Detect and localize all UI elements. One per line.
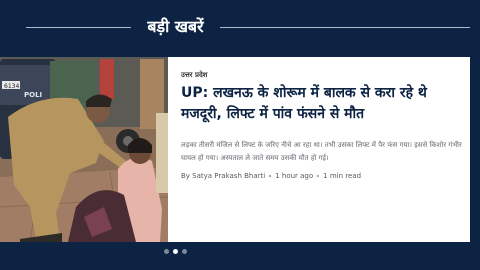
news-photo[interactable]: 6134 POLI <box>0 57 168 242</box>
header-divider-left <box>26 27 131 28</box>
byline-separator <box>317 175 320 177</box>
vehicle-plate-text: 6134 <box>4 83 19 90</box>
story-category[interactable]: उत्तर प्रदेश <box>181 70 207 80</box>
byline-separator <box>269 175 272 177</box>
vehicle-side-text: POLI <box>24 91 42 99</box>
story-author: By Satya Prakash Bharti <box>181 172 266 180</box>
story-byline: By Satya Prakash Bharti 1 hour ago 1 min r… <box>181 171 361 181</box>
header-divider-right <box>220 27 470 28</box>
story-summary: लड़का तीसरी मंजिल से लिफ्ट के जरिए नीचे … <box>181 141 462 162</box>
carousel-dot[interactable] <box>182 249 187 254</box>
story-time: 1 hour ago <box>275 172 314 180</box>
news-card[interactable]: 6134 POLI उत्तर प्रदेश UP: लखनऊ के शोरूम… <box>0 57 470 242</box>
story-content: उत्तर प्रदेश UP: लखनऊ के शोरूम में बालक … <box>181 57 467 242</box>
carousel-dot[interactable] <box>173 249 178 254</box>
story-headline[interactable]: UP: लखनऊ के शोरूम में बालक से करा रहे थे… <box>181 83 465 125</box>
section-header: बड़ी खबरें <box>0 10 480 42</box>
carousel-dot[interactable] <box>164 249 169 254</box>
section-title: बड़ी खबरें <box>147 17 204 36</box>
story-read-time: 1 min read <box>323 172 362 180</box>
